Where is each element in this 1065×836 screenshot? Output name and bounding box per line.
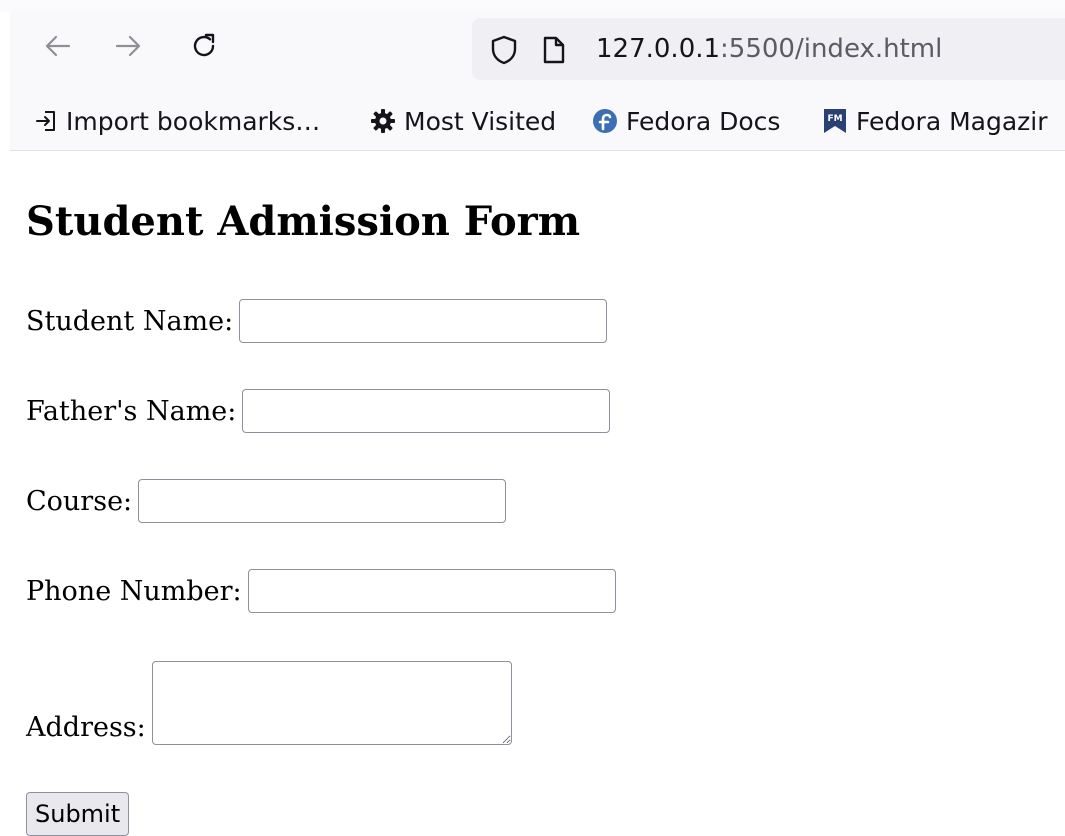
bookmark-label: Import bookmarks… [66, 106, 321, 136]
url-bar[interactable]: 127.0.0.1:5500/index.html [472, 18, 1065, 80]
student-name-input[interactable] [239, 299, 608, 343]
bookmark-label: Fedora Docs [626, 106, 781, 136]
fathers-name-label: Father's Name: [26, 395, 237, 427]
fathers-name-row: Father's Name: [26, 389, 611, 433]
arrow-right-icon [115, 35, 141, 57]
arrow-left-icon [45, 35, 71, 57]
reload-button[interactable] [186, 28, 222, 64]
page-content: Student Admission Form Student Name: Fat… [0, 151, 1065, 836]
address-textarea[interactable] [151, 661, 512, 745]
phone-row: Phone Number: [26, 569, 616, 613]
phone-input[interactable] [247, 569, 616, 613]
forward-button[interactable] [110, 28, 146, 64]
url-text[interactable]: 127.0.0.1:5500/index.html [596, 35, 942, 63]
shield-icon[interactable] [490, 35, 518, 65]
url-path: :5500/index.html [720, 34, 943, 64]
fedora-magazine-icon: FM [822, 107, 848, 135]
reload-icon [193, 33, 215, 57]
fedora-icon [592, 108, 618, 134]
page-icon[interactable] [542, 35, 566, 65]
course-input[interactable] [138, 479, 507, 523]
bookmark-import[interactable]: Import bookmarks… [34, 104, 320, 138]
address-row: Address: [26, 661, 512, 745]
student-name-row: Student Name: [26, 299, 608, 343]
course-label: Course: [26, 485, 133, 517]
phone-label: Phone Number: [26, 575, 242, 607]
bookmark-fedora-docs[interactable]: Fedora Docs [592, 104, 780, 138]
bookmark-label: Most Visited [404, 106, 557, 136]
svg-text:FM: FM [827, 114, 842, 124]
import-icon [34, 109, 58, 133]
url-host: 127.0.0.1 [596, 34, 721, 64]
bookmark-most-visited[interactable]: Most Visited [370, 104, 556, 138]
window-top-strip [0, 0, 1065, 12]
bookmark-label: Fedora Magazir [856, 106, 1048, 136]
back-button[interactable] [40, 28, 76, 64]
bookmark-fedora-magazine[interactable]: FM Fedora Magazir [822, 104, 1048, 138]
student-name-label: Student Name: [26, 305, 234, 337]
bookmarks-toolbar: Import bookmarks… Most Visited Fedora Do… [10, 92, 1065, 151]
gear-icon [370, 108, 396, 134]
course-row: Course: [26, 479, 507, 523]
page-title: Student Admission Form [26, 198, 581, 245]
address-label: Address: [26, 712, 146, 743]
fathers-name-input[interactable] [242, 389, 611, 433]
browser-toolbar: 127.0.0.1:5500/index.html [10, 12, 1065, 92]
submit-button[interactable]: Submit [26, 792, 130, 836]
